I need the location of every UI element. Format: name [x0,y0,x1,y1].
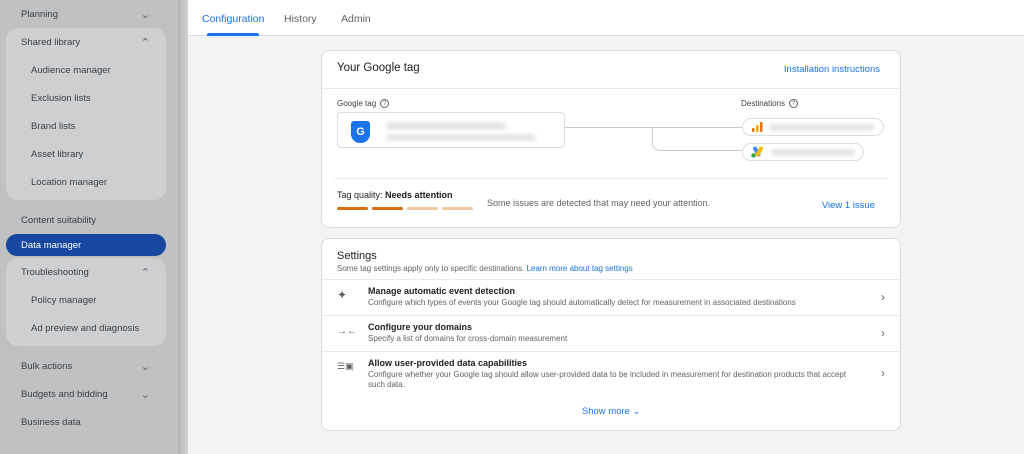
row-title: Allow user-provided data capabilities [368,358,528,368]
sidebar-item-location-manager[interactable]: Location manager [6,168,166,196]
row-description: Specify a list of domains for cross-doma… [368,334,568,343]
active-tab-indicator [207,33,259,36]
google-tag-icon: G [351,121,370,143]
sidebar-item-brand-lists[interactable]: Brand lists [6,112,166,140]
divider [334,178,888,179]
row-title: Manage automatic event detection [368,286,516,296]
show-more-button[interactable]: Show more ⌄ [322,406,900,417]
connector-line [652,127,742,128]
row-title: Configure your domains [368,322,473,332]
sidebar-item-policy-manager[interactable]: Policy manager [6,286,166,314]
chevron-down-icon: ⌄ [140,8,150,21]
sidebar-item-label: Shared library [21,36,81,48]
quality-bar-segment [337,207,368,210]
google-tag-card: Your Google tag Installation instruction… [321,50,901,228]
sidebar-item-content-suitability[interactable]: Content suitability [0,206,178,234]
analytics-icon [752,122,763,132]
tag-quality-status: Needs attention [385,190,453,200]
tab-bar: Configuration History Admin [188,0,1024,36]
sidebar-item-exclusion-lists[interactable]: Exclusion lists [6,84,166,112]
installation-instructions-link[interactable]: Installation instructions [784,64,880,75]
help-icon[interactable]: ? [380,99,390,108]
settings-row-user-data[interactable]: ☰▣ Allow user-provided data capabilities… [322,351,900,395]
quality-bar-segment [442,207,473,210]
tab-configuration[interactable]: Configuration [202,13,264,25]
connector-line [565,127,652,128]
settings-card: Settings Some tag settings apply only to… [321,238,901,431]
sidebar-item-data-manager[interactable]: Data manager [6,234,166,256]
quality-bar-segment [372,207,403,210]
google-ads-icon [751,146,763,158]
settings-row-domains[interactable]: →← Configure your domains Specify a list… [322,315,900,351]
row-description: Configure whether your Google tag should… [368,370,847,389]
chevron-up-icon: ⌃ [140,36,150,49]
user-data-icon: ☰▣ [337,361,354,371]
tab-history[interactable]: History [284,13,317,25]
quality-bar-segment [407,207,438,210]
chevron-right-icon: › [881,290,885,304]
sidebar-item-bulk-actions[interactable]: Bulk actions ⌄ [0,352,178,380]
tab-admin[interactable]: Admin [341,13,371,25]
redacted-destination [771,149,855,156]
chevron-down-icon: ⌄ [632,406,641,416]
help-icon[interactable]: ? [789,99,799,108]
destination-google-ads[interactable] [742,143,864,161]
arrows-inward-icon: →← [337,326,357,337]
sidebar-item-shared-library[interactable]: Shared library ⌃ [6,28,166,56]
sidebar-item-label: Budgets and bidding [21,388,108,400]
chevron-right-icon: › [881,366,885,380]
google-tag-label: Google tag ? [337,99,390,108]
sidebar-item-label: Business data [21,416,81,428]
row-description: Configure which types of events your Goo… [368,298,796,307]
settings-subtitle: Some tag settings apply only to specific… [337,264,633,273]
learn-more-link[interactable]: Learn more about tag settings [526,264,632,273]
sidebar: Planning ⌄ Shared library ⌃ Audience man… [0,0,178,454]
sidebar-item-business-data[interactable]: Business data [0,408,178,436]
redacted-tag-name [386,122,506,130]
chevron-right-icon: › [881,326,885,340]
sidebar-item-label: Data manager [21,239,82,251]
card-title: Your Google tag [337,62,420,74]
connector-line [652,127,742,151]
tag-quality: Tag quality: Needs attention [337,190,453,200]
chevron-down-icon: ⌄ [140,388,150,401]
view-issue-link[interactable]: View 1 issue [822,200,875,211]
quality-message: Some issues are detected that may need y… [487,198,711,208]
redacted-tag-id [386,134,536,141]
sidebar-shadow [178,0,188,454]
settings-row-event-detection[interactable]: ✦ Manage automatic event detection Confi… [322,279,900,315]
sidebar-group-shared-library: Shared library ⌃ Audience manager Exclus… [6,28,166,200]
sidebar-item-label: Bulk actions [21,360,73,372]
sidebar-item-label: Content suitability [21,214,96,226]
sidebar-item-asset-library[interactable]: Asset library [6,140,166,168]
redacted-destination [769,124,874,131]
destination-analytics[interactable] [742,118,884,136]
chevron-up-icon: ⌃ [140,266,150,279]
sidebar-item-troubleshooting[interactable]: Troubleshooting ⌃ [6,258,166,286]
google-tag-selector[interactable]: G [337,112,565,148]
chevron-down-icon: ⌄ [140,360,150,373]
destinations-label: Destinations ? [741,99,799,108]
sidebar-item-budgets-bidding[interactable]: Budgets and bidding ⌄ [0,380,178,408]
sidebar-item-ad-preview[interactable]: Ad preview and diagnosis [6,314,166,342]
sidebar-item-label: Planning [21,8,58,20]
settings-title: Settings [337,250,377,262]
divider [322,88,900,89]
sidebar-item-planning[interactable]: Planning ⌄ [0,0,178,28]
sidebar-item-audience-manager[interactable]: Audience manager [6,56,166,84]
sparkle-icon: ✦ [337,288,348,302]
sidebar-group-troubleshooting: Troubleshooting ⌃ Policy manager Ad prev… [6,258,166,346]
sidebar-item-label: Troubleshooting [21,266,89,278]
